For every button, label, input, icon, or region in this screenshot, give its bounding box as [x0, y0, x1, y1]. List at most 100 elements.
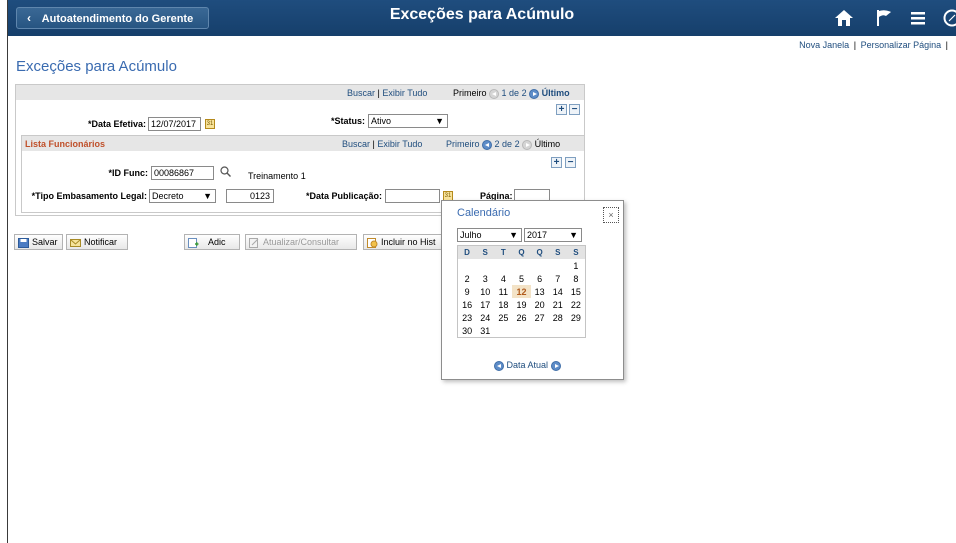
calendar-day[interactable]: 19: [512, 298, 530, 311]
calendar-day[interactable]: 23: [458, 311, 476, 324]
calendar-day[interactable]: 25: [494, 311, 512, 324]
navbar-icon[interactable]: [942, 9, 956, 27]
calendar-week: 16 17 18 19 20 21 22: [458, 298, 585, 311]
nav-separator: |: [372, 139, 375, 149]
history-icon: [367, 237, 378, 248]
save-button[interactable]: Salvar: [14, 234, 63, 250]
save-icon: [18, 237, 29, 248]
next-month-icon[interactable]: [550, 360, 561, 371]
calendar-day[interactable]: 5: [512, 272, 530, 285]
calendar-title: Calendário: [457, 207, 511, 219]
notify-button[interactable]: Notificar: [66, 234, 128, 250]
calendar-week: 1: [458, 259, 585, 272]
home-icon[interactable]: [834, 9, 854, 27]
calendar-day[interactable]: 28: [549, 311, 567, 324]
add-row-icon[interactable]: +: [551, 157, 562, 168]
delete-row-icon[interactable]: −: [569, 104, 580, 115]
calendar-day[interactable]: 18: [494, 298, 512, 311]
calendar-day[interactable]: 31: [476, 324, 494, 337]
prev-month-icon[interactable]: [494, 360, 504, 371]
weekday-header: S: [548, 246, 567, 259]
calendar-day[interactable]: 30: [458, 324, 476, 337]
calendar-day[interactable]: 24: [476, 311, 494, 324]
month-select[interactable]: Julho ▼: [457, 228, 522, 242]
calendar-day[interactable]: 8: [567, 272, 585, 285]
find-link[interactable]: Buscar: [342, 139, 370, 149]
today-link[interactable]: Data Atual: [507, 360, 549, 370]
calendar-day[interactable]: 16: [458, 298, 476, 311]
first-link[interactable]: Primeiro: [446, 139, 480, 149]
calendar-day[interactable]: 22: [567, 298, 585, 311]
link-separator: |: [945, 40, 948, 50]
view-all-link[interactable]: Exibir Tudo: [377, 139, 422, 149]
close-icon[interactable]: ×: [603, 207, 619, 223]
calendar-day[interactable]: 26: [512, 311, 530, 324]
delete-row-icon[interactable]: −: [565, 157, 576, 168]
prev-icon: [489, 88, 500, 99]
calendar-empty-cell: [494, 324, 512, 337]
calendar-empty-cell: [567, 324, 585, 337]
effective-date-field[interactable]: 12/07/2017: [148, 117, 201, 131]
employee-id-field[interactable]: 00086867: [151, 166, 214, 180]
calendar-icon[interactable]: 31: [205, 119, 215, 129]
weekday-header: D: [458, 246, 477, 259]
calendar-day[interactable]: 29: [567, 311, 585, 324]
calendar-empty-cell: [549, 324, 567, 337]
next-icon[interactable]: [529, 88, 540, 99]
calendar-empty-cell: [512, 324, 530, 337]
calendar-day[interactable]: 7: [549, 272, 567, 285]
status-label: *Status:: [330, 116, 365, 126]
calendar-day[interactable]: 13: [531, 285, 549, 298]
row-counter: 2 de 2: [494, 139, 520, 149]
calendar-day[interactable]: 10: [476, 285, 494, 298]
last-link[interactable]: Último: [542, 88, 570, 98]
add-icon: [188, 237, 199, 248]
header-title: Exceções para Acúmulo: [389, 6, 575, 23]
publication-date-field[interactable]: [385, 189, 440, 203]
next-icon: [522, 139, 533, 150]
legal-basis-select[interactable]: Decreto ▼: [149, 189, 216, 203]
add-button[interactable]: Adic: [184, 234, 240, 250]
calendar-day[interactable]: 2: [458, 272, 476, 285]
calendar-day[interactable]: 11: [494, 285, 512, 298]
link-separator: |: [853, 40, 857, 50]
prev-icon[interactable]: [482, 139, 493, 150]
update-display-button[interactable]: Atualizar/Consultar: [245, 234, 357, 250]
top-bar: ‹ Autoatendimento do Gerente Exceções pa…: [8, 0, 956, 36]
view-all-link[interactable]: Exibir Tudo: [382, 88, 427, 98]
menu-icon[interactable]: [908, 9, 928, 27]
calendar-day[interactable]: 6: [531, 272, 549, 285]
calendar-week: 30 31: [458, 324, 585, 337]
calendar-day[interactable]: 17: [476, 298, 494, 311]
find-link[interactable]: Buscar: [347, 88, 375, 98]
calendar-day[interactable]: 21: [549, 298, 567, 311]
update-icon: [249, 237, 259, 248]
weekday-header: T: [494, 246, 513, 259]
add-row-icon[interactable]: +: [556, 104, 567, 115]
year-select[interactable]: 2017 ▼: [524, 228, 582, 242]
calendar-day[interactable]: 27: [531, 311, 549, 324]
page-title: Exceções para Acúmulo: [16, 58, 177, 75]
include-history-button[interactable]: Incluir no Hist: [363, 234, 443, 250]
year-value: 2017: [527, 230, 548, 240]
calendar-day[interactable]: 1: [567, 259, 585, 272]
calendar-day[interactable]: 14: [549, 285, 567, 298]
weekday-header: Q: [512, 246, 531, 259]
calendar-day[interactable]: 4: [494, 272, 512, 285]
legal-number-field[interactable]: 0123: [226, 189, 274, 203]
flag-icon[interactable]: [874, 9, 894, 27]
status-value: Ativo: [371, 116, 392, 126]
new-window-link[interactable]: Nova Janela: [799, 40, 849, 50]
effective-date-label: *Data Efetiva:: [87, 119, 146, 129]
calendar-week: 2345678: [458, 272, 585, 285]
calendar-day[interactable]: 3: [476, 272, 494, 285]
employee-pager: Primeiro 2 de 2 Último: [446, 139, 560, 150]
employee-nav: Buscar | Exibir Tudo: [342, 139, 422, 149]
personalize-page-link[interactable]: Personalizar Página: [861, 40, 942, 50]
status-select[interactable]: Ativo ▼: [368, 114, 448, 128]
calendar-day[interactable]: 20: [531, 298, 549, 311]
calendar-day[interactable]: 9: [458, 285, 476, 298]
calendar-day[interactable]: 12: [512, 285, 531, 298]
calendar-day[interactable]: 15: [567, 285, 585, 298]
search-icon[interactable]: [220, 166, 231, 177]
